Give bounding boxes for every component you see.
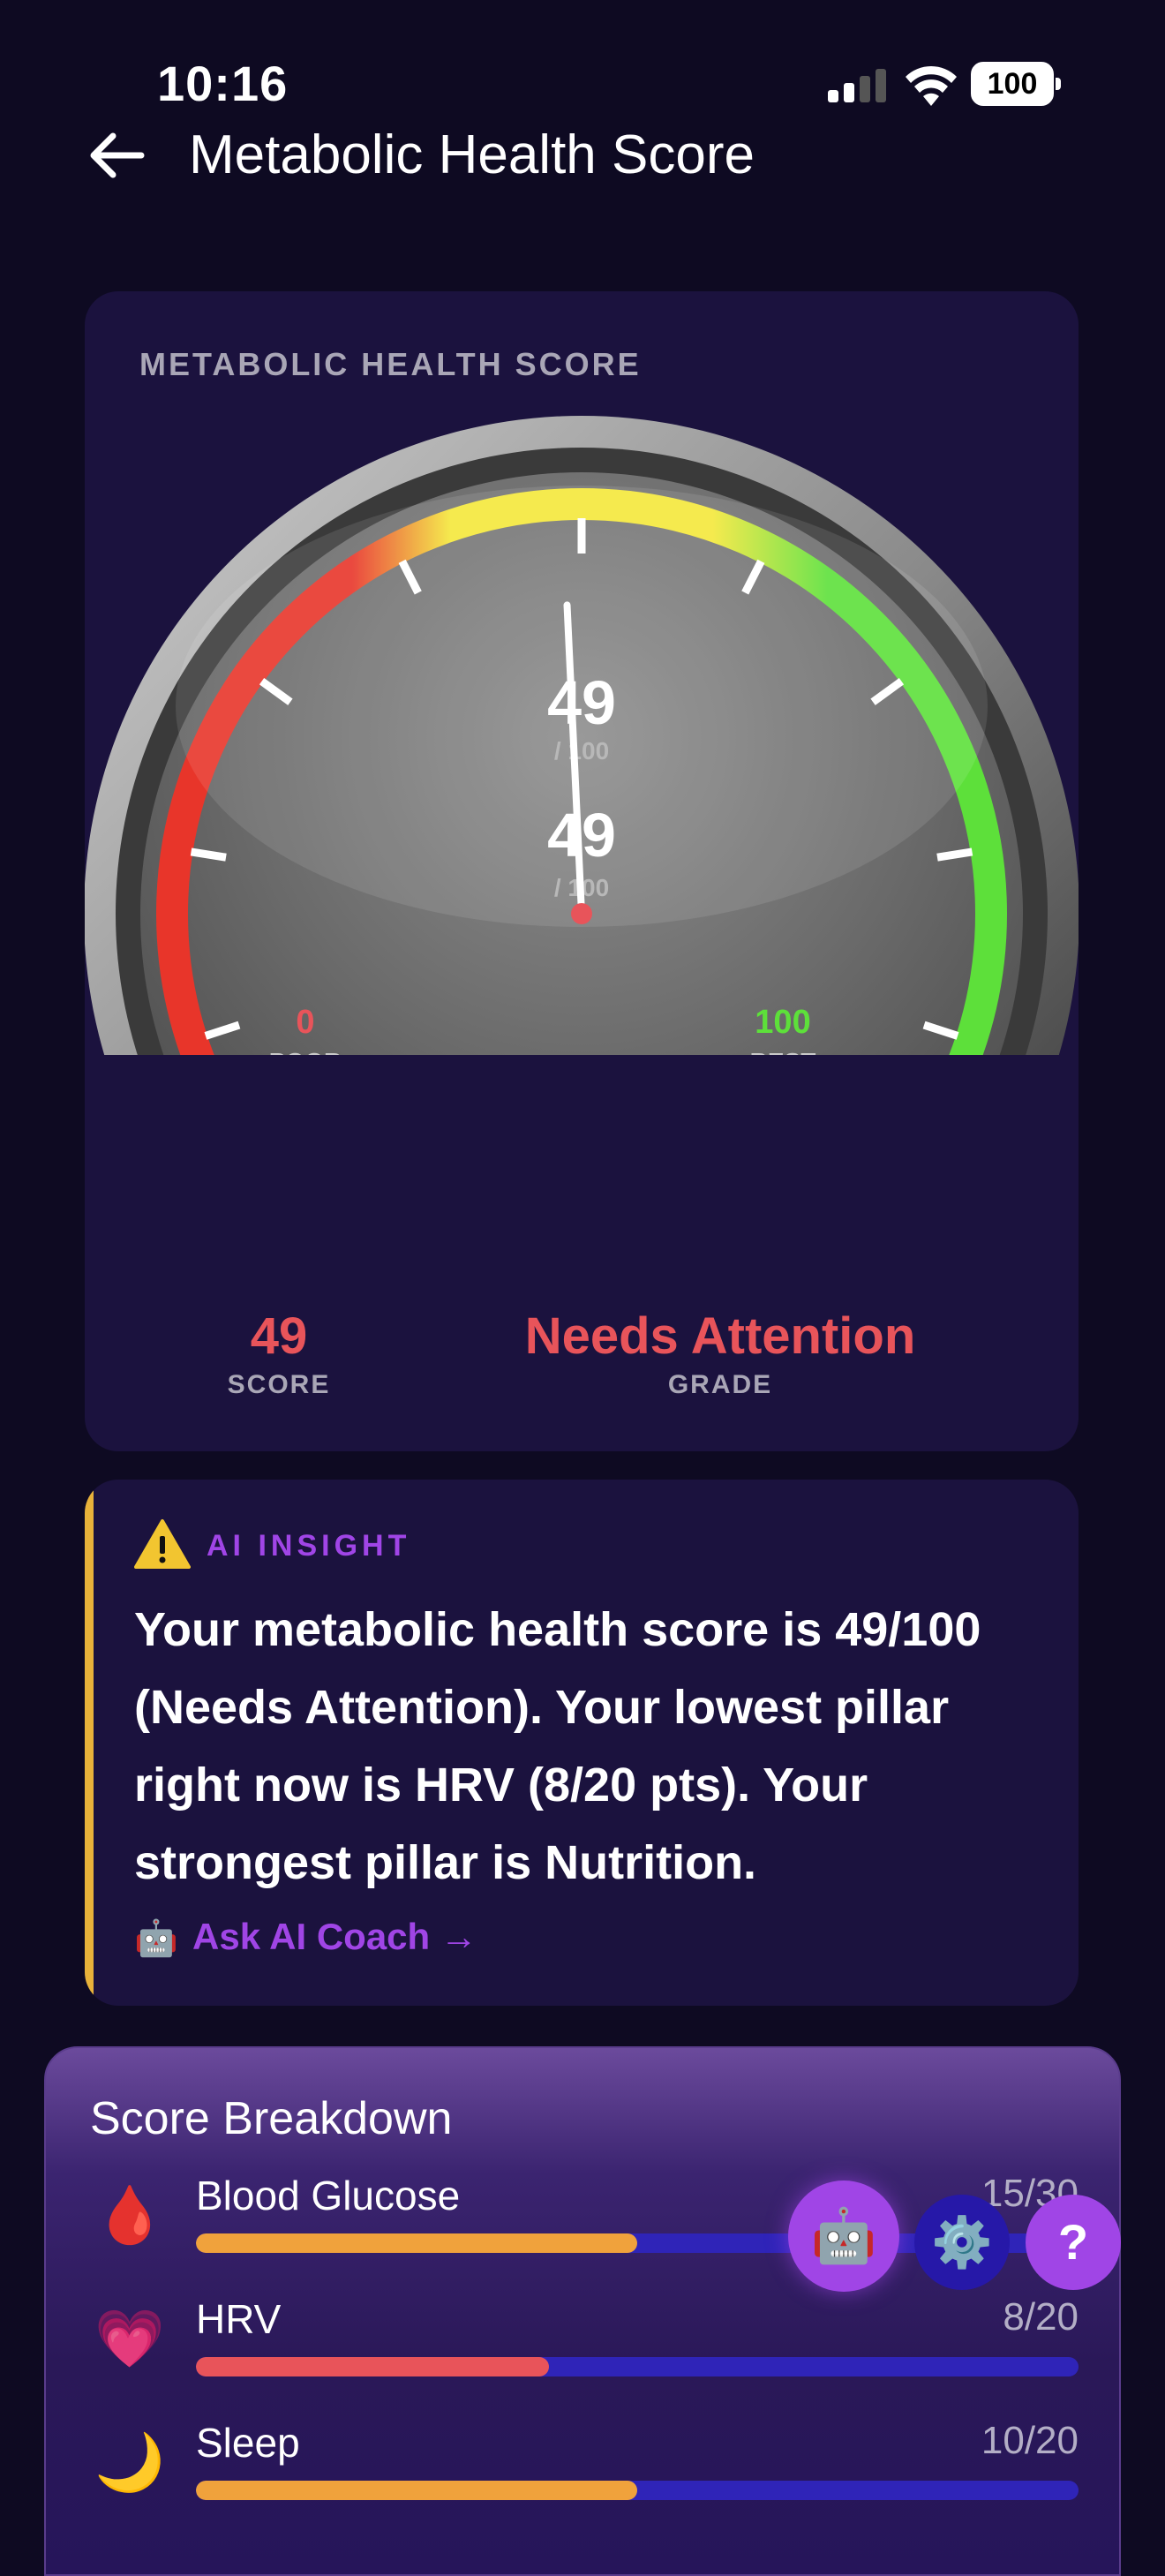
- gauge-needle-hub: [571, 903, 592, 924]
- gauge-readout-top-suffix: / 100: [554, 737, 609, 765]
- cellular-signal-icon: [828, 69, 886, 102]
- gauge-min-value: 0: [296, 1004, 314, 1041]
- gauge-readout-top-value: 49: [547, 668, 616, 737]
- breakdown-row-sleep[interactable]: 🌙 Sleep 10/20: [46, 2419, 1123, 2534]
- ai-coach-fab[interactable]: 🤖: [788, 2181, 899, 2292]
- gauge-min-label: POOR: [269, 1048, 342, 1075]
- grade-value: Needs Attention: [524, 1307, 916, 1365]
- breakdown-item-value: 8/20: [1003, 2295, 1079, 2339]
- insight-accent-bar: [85, 1480, 94, 2006]
- breakdown-item-name: Blood Glucose: [196, 2173, 461, 2218]
- gauge-tick: [936, 847, 973, 862]
- warning-icon: [134, 1519, 191, 1569]
- settings-fab-gear-icon[interactable]: ⚙️: [914, 2195, 1010, 2290]
- progress-track: [196, 2481, 1079, 2500]
- gauge-max-value: 100: [755, 1004, 810, 1041]
- progress-fill: [196, 2481, 637, 2500]
- status-time: 10:16: [157, 56, 289, 111]
- back-arrow-icon[interactable]: [85, 129, 147, 182]
- breakdown-item-value: 10/20: [981, 2419, 1079, 2462]
- page-title: Metabolic Health Score: [189, 124, 755, 185]
- progress-track: [196, 2357, 1079, 2376]
- gauge-max-label: BEST: [750, 1048, 816, 1075]
- gauge-tick: [302, 1168, 327, 1174]
- breakdown-item-name: HRV: [196, 2296, 282, 2342]
- moon-icon: 🌙: [94, 2430, 165, 2494]
- heart-icon: 💗: [94, 2307, 165, 2370]
- score-gauge: 49 / 100 49 / 100 0 POOR 100 BEST: [85, 416, 1079, 1174]
- status-bar: 10:16 100: [0, 0, 1165, 132]
- wifi-icon: [906, 65, 957, 106]
- progress-fill: [196, 2233, 637, 2253]
- ask-ai-coach-link[interactable]: Ask AI Coach →: [192, 1916, 477, 1958]
- score-label: SCORE: [227, 1370, 331, 1399]
- ai-insight-card: AI INSIGHT Your metabolic health score i…: [85, 1480, 1079, 2006]
- score-value: 49: [250, 1307, 308, 1365]
- robot-icon: 🤖: [134, 1919, 178, 1958]
- battery-icon: 100: [971, 62, 1061, 106]
- gauge-tick: [190, 847, 227, 862]
- gauge-card-label: METABOLIC HEALTH SCORE: [139, 346, 642, 382]
- gauge-card: METABOLIC HEALTH SCORE 49 / 100 49 / 100…: [85, 291, 1079, 1451]
- ai-insight-text: Your metabolic health score is 49/100 (N…: [134, 1603, 981, 1889]
- score-breakdown-card: Score Breakdown 🩸 Blood Glucose 15/30 💗 …: [44, 2046, 1121, 2576]
- grade-label: GRADE: [667, 1370, 773, 1399]
- score-breakdown-title: Score Breakdown: [90, 2093, 453, 2144]
- ai-insight-label: AI INSIGHT: [207, 1529, 411, 1563]
- progress-fill: [196, 2357, 549, 2376]
- breakdown-item-name: Sleep: [196, 2420, 300, 2466]
- blood-drop-icon: 🩸: [94, 2183, 165, 2247]
- help-fab-question-icon[interactable]: ?: [1026, 2195, 1121, 2290]
- gauge-tick: [836, 1168, 861, 1174]
- breakdown-row-hrv[interactable]: 💗 HRV 8/20: [46, 2295, 1123, 2410]
